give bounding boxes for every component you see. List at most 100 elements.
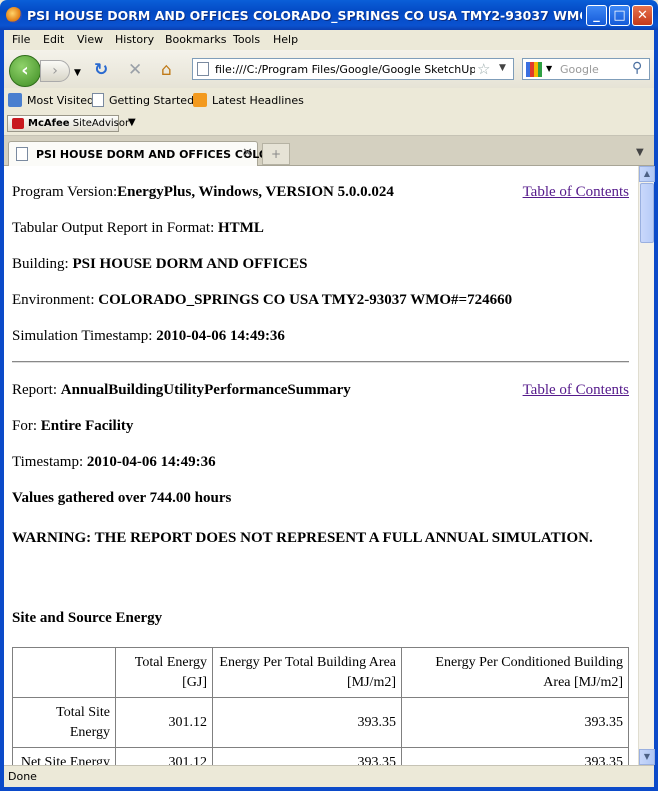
maximize-button[interactable]: □ (609, 5, 630, 26)
mcafee-siteadvisor-button[interactable]: McAfee SiteAdvisor (7, 115, 129, 132)
table-row: Net Site Energy 301.12 393.35 393.35 (12, 747, 629, 765)
bookmark-most-visited[interactable]: Most Visited (8, 93, 94, 107)
bookmark-star-icon[interactable]: ☆ (477, 60, 490, 78)
site-source-energy-table: Total Energy [GJ] Energy Per Total Build… (12, 647, 629, 765)
page-icon (16, 147, 28, 161)
menu-view[interactable]: View (77, 33, 103, 46)
simulation-timestamp-label: Simulation Timestamp: (12, 328, 157, 344)
status-bar: Done (4, 765, 654, 787)
format-label: Tabular Output Report in Format: (12, 220, 219, 236)
for-label: For: (12, 418, 41, 434)
search-icon[interactable]: ⚲ (632, 60, 642, 76)
menu-history[interactable]: History (115, 33, 154, 46)
new-tab-button[interactable]: + (262, 143, 290, 165)
tab-list-dropdown-icon[interactable]: ▼ (636, 147, 644, 158)
table-of-contents-link[interactable]: Table of Contents (523, 382, 629, 399)
bookmark-label: Getting Started (109, 94, 195, 107)
program-version-value: EnergyPlus, Windows, VERSION 5.0.0.024 (117, 184, 394, 200)
simulation-timestamp-line: Simulation Timestamp: 2010-04-06 14:49:3… (12, 328, 285, 345)
report-name: AnnualBuildingUtilityPerformanceSummary (60, 382, 351, 398)
menu-bookmarks[interactable]: Bookmarks (165, 33, 226, 46)
table-row: Total Site Energy 301.12 393.35 393.35 (12, 697, 629, 748)
table-cell: 393.35 (401, 747, 629, 765)
window-frame-right (654, 30, 658, 791)
warning-text: WARNING: THE REPORT DOES NOT REPRESENT A… (12, 530, 593, 546)
window-title-bar[interactable]: PSI HOUSE DORM AND OFFICES COLORADO_SPRI… (0, 0, 658, 30)
program-version-label: Program Version: (12, 184, 118, 200)
timestamp-value: 2010-04-06 14:49:36 (86, 454, 216, 470)
mcafee-toolbar: McAfee SiteAdvisor ▼ (4, 112, 654, 136)
forward-button[interactable]: › (40, 60, 70, 82)
menu-tools[interactable]: Tools (233, 33, 260, 46)
building-value: PSI HOUSE DORM AND OFFICES (72, 256, 308, 272)
page-icon (92, 93, 104, 107)
status-text: Done (8, 770, 37, 783)
building-label: Building: (12, 256, 73, 272)
menu-edit[interactable]: Edit (43, 33, 64, 46)
search-box[interactable]: ▼ Google ⚲ (522, 58, 650, 80)
building-line: Building: PSI HOUSE DORM AND OFFICES (12, 256, 307, 273)
timestamp-line: Timestamp: 2010-04-06 14:49:36 (12, 454, 216, 471)
menu-file[interactable]: File (12, 33, 30, 46)
divider (12, 361, 629, 363)
firefox-icon (6, 7, 22, 23)
bookmark-latest-headlines[interactable]: Latest Headlines (193, 93, 304, 107)
for-line: For: Entire Facility (12, 418, 133, 435)
addon-product: SiteAdvisor (72, 118, 130, 129)
bookmark-label: Most Visited (27, 94, 94, 107)
scrollbar-thumb[interactable] (640, 183, 654, 243)
table-header-cell (12, 647, 116, 698)
tab-active[interactable]: PSI HOUSE DORM AND OFFICES COLO... ✕ (8, 141, 281, 167)
search-input[interactable]: Google (560, 63, 599, 76)
bookmark-label: Latest Headlines (212, 94, 304, 107)
table-cell: 393.35 (212, 747, 402, 765)
format-line: Tabular Output Report in Format: HTML (12, 220, 264, 237)
address-bar[interactable]: file:///C:/Program Files/Google/Google S… (192, 58, 514, 80)
report-line: Report: AnnualBuildingUtilityPerformance… (12, 382, 351, 399)
close-button[interactable]: ✕ (632, 5, 653, 26)
vertical-scrollbar[interactable]: ▲ ▼ (638, 166, 655, 765)
menu-bar: File Edit View History Bookmarks Tools H… (0, 30, 658, 50)
table-cell: 301.12 (115, 747, 213, 765)
for-value: Entire Facility (40, 418, 134, 434)
back-button[interactable]: ‹ (9, 55, 41, 87)
url-dropdown-icon[interactable]: ▼ (499, 63, 506, 73)
bookmark-getting-started[interactable]: Getting Started (92, 93, 194, 107)
rss-icon (193, 93, 207, 107)
environment-label: Environment: (12, 292, 99, 308)
search-engine-dropdown-icon[interactable]: ▼ (546, 64, 552, 73)
mcafee-shield-icon (12, 118, 24, 129)
menu-help[interactable]: Help (273, 33, 298, 46)
table-cell: 301.12 (115, 697, 213, 748)
page-content: Program Version:EnergyPlus, Windows, VER… (4, 166, 638, 765)
hours-note: Values gathered over 744.00 hours (12, 490, 232, 506)
addon-brand: McAfee (28, 118, 70, 129)
table-row-label: Total Site Energy (12, 697, 116, 748)
table-header-cell: Energy Per Total Building Area [MJ/m2] (212, 647, 402, 698)
mcafee-dropdown-icon[interactable]: ▼ (128, 117, 136, 128)
tab-close-icon[interactable]: ✕ (242, 146, 253, 161)
table-row-label: Net Site Energy (12, 747, 116, 765)
table-header-row: Total Energy [GJ] Energy Per Total Build… (12, 647, 629, 698)
scroll-up-icon[interactable]: ▲ (639, 166, 655, 182)
window-frame-bottom (0, 787, 658, 791)
table-header-cell: Energy Per Conditioned Building Area [MJ… (401, 647, 629, 698)
page-icon (197, 62, 209, 76)
reload-icon[interactable]: ↻ (94, 61, 108, 79)
home-icon[interactable]: ⌂ (161, 61, 172, 79)
environment-line: Environment: COLORADO_SPRINGS CO USA TMY… (12, 292, 512, 309)
history-dropdown-icon[interactable]: ▼ (74, 64, 81, 82)
report-label: Report: (12, 382, 61, 398)
tab-strip: PSI HOUSE DORM AND OFFICES COLO... ✕ + ▼ (4, 136, 654, 167)
stop-icon[interactable]: ✕ (128, 61, 142, 79)
section-title: Site and Source Energy (12, 610, 163, 626)
google-engine-icon[interactable] (526, 62, 542, 77)
window-title: PSI HOUSE DORM AND OFFICES COLORADO_SPRI… (27, 8, 582, 23)
scroll-down-icon[interactable]: ▼ (639, 749, 655, 765)
bookmarks-toolbar: Most Visited Getting Started Latest Head… (4, 88, 654, 112)
minimize-button[interactable]: _ (586, 5, 607, 26)
table-cell: 393.35 (401, 697, 629, 748)
table-of-contents-link[interactable]: Table of Contents (523, 184, 629, 201)
url-text[interactable]: file:///C:/Program Files/Google/Google S… (215, 63, 475, 76)
program-version-line: Program Version:EnergyPlus, Windows, VER… (12, 184, 394, 201)
